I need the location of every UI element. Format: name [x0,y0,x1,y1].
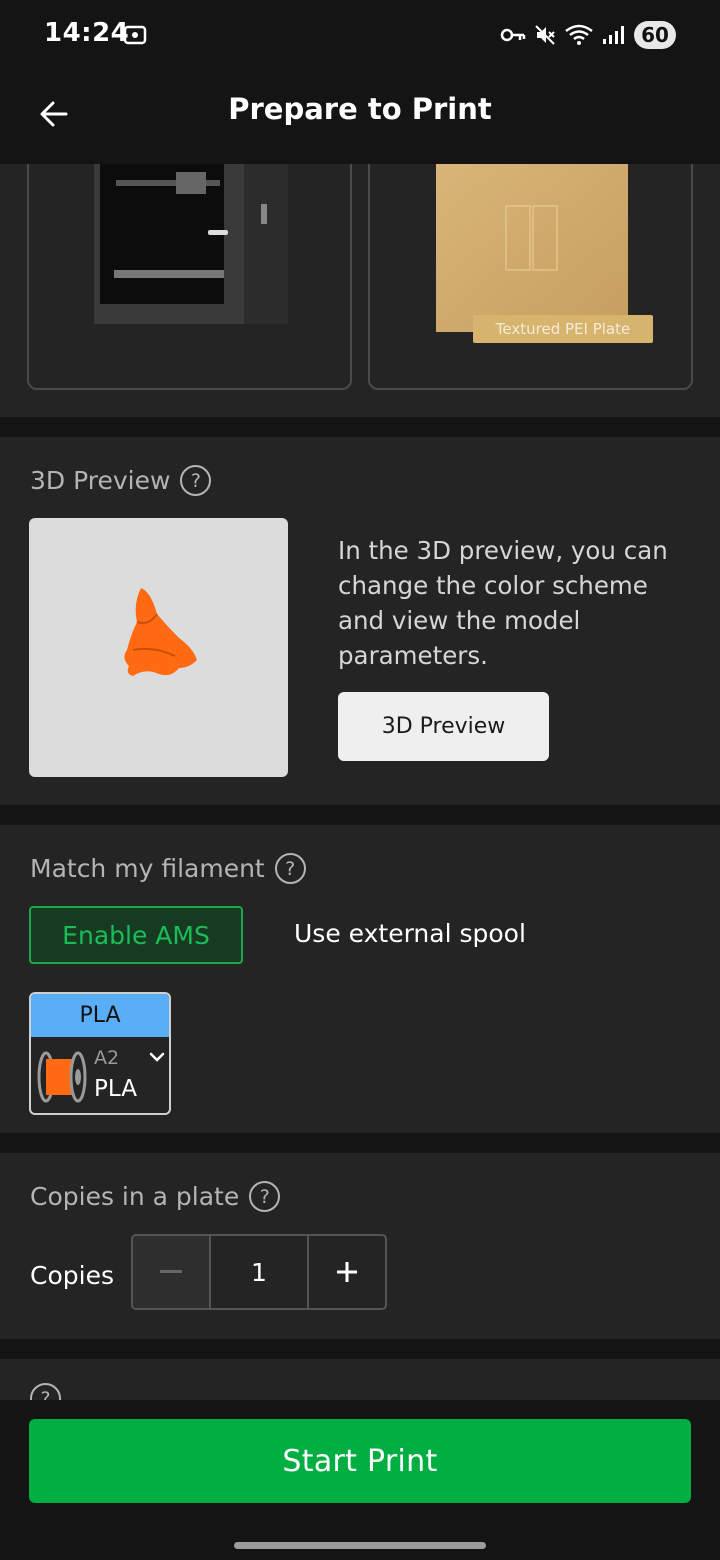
preview-section-title: 3D Preview ? [30,465,212,496]
vpn-key-icon [500,28,526,42]
enable-ams-button[interactable]: Enable AMS [29,906,243,964]
decrement-button[interactable] [133,1236,211,1308]
chevron-down-icon[interactable] [148,1050,166,1064]
increment-button[interactable] [309,1236,385,1308]
filament-section: Match my filament ? Enable AMS Use exter… [0,825,720,1133]
options-section-title: ? [30,1383,61,1400]
printer-card[interactable] [27,164,352,390]
filament-slot-card[interactable]: PLA A2 PLA [29,992,171,1115]
signal-icon [603,26,624,44]
help-icon[interactable]: ? [30,1383,61,1400]
status-time: 14:24 [44,18,130,48]
spool-icon [37,1051,87,1103]
filament-section-title: Match my filament ? [30,853,306,884]
copies-title-text: Copies in a plate [30,1182,240,1211]
plus-icon [337,1262,357,1282]
external-spool-option[interactable]: Use external spool [294,919,526,948]
model-thumbnail[interactable] [29,518,288,777]
content-scroll[interactable]: Textured PEI Plate 3D Preview ? In the 3… [0,164,720,1400]
filament-title-text: Match my filament [30,854,265,883]
minus-icon [160,1270,182,1273]
copies-label: Copies [30,1261,114,1290]
help-icon[interactable]: ? [180,465,212,496]
home-indicator[interactable] [234,1542,486,1549]
copies-section-title: Copies in a plate ? [30,1181,281,1212]
page-title: Prepare to Print [228,92,492,126]
plate-card[interactable]: Textured PEI Plate [368,164,693,390]
status-bar: 14:24 60 [0,0,720,70]
preview-title-text: 3D Preview [30,466,171,495]
plate-label: Textured PEI Plate [473,315,653,343]
options-section: ? [0,1359,720,1400]
copies-section: Copies in a plate ? Copies 1 [0,1153,720,1339]
printer-image [94,164,288,324]
mute-icon [535,25,555,45]
copies-value[interactable]: 1 [211,1236,309,1308]
battery-indicator: 60 [634,21,676,49]
printer-section: Textured PEI Plate [0,164,720,417]
app-bar: Prepare to Print [0,70,720,164]
filament-slot-id: A2 [94,1047,120,1069]
status-icons: 60 [500,20,676,50]
3d-preview-button[interactable]: 3D Preview [338,692,549,761]
model-icon [124,588,197,676]
preview-section: 3D Preview ? In the 3D preview, you can … [0,437,720,805]
copies-stepper: 1 [131,1234,387,1310]
screen-record-icon [123,25,147,45]
bottom-action-bar: Start Print [0,1400,720,1560]
start-print-button[interactable]: Start Print [29,1419,691,1503]
plate-image [436,164,628,332]
preview-description: In the 3D preview, you can change the co… [338,536,668,670]
help-icon[interactable]: ? [249,1181,281,1212]
filament-type: PLA [94,1076,137,1102]
filament-slot-header: PLA [31,994,169,1037]
wifi-icon [565,24,593,45]
help-icon[interactable]: ? [274,853,306,884]
